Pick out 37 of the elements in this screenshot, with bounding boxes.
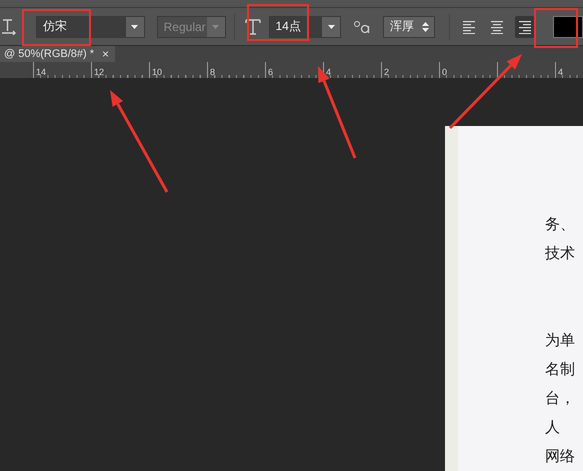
ruler-label: 8 [209,67,216,77]
document-text: 技术 [545,243,576,264]
tab-title: @ 50%(RGB/8#) * [4,48,94,60]
anti-alias-icon [353,20,372,34]
ruler-label: 4 [557,67,564,77]
ruler-label: 6 [267,67,274,77]
ruler-label: 2 [383,67,390,77]
document-text: 务、 [545,214,576,235]
font-size-dropdown[interactable]: 14点 [268,16,342,38]
align-icon [518,20,532,34]
text-color-swatch[interactable] [553,16,583,38]
highlight-frame [22,9,91,46]
ruler-label: 0 [441,67,448,77]
caret-icon [212,24,220,29]
align-icon [490,20,504,34]
highlight-frame [534,8,578,48]
caret-icon [328,24,335,29]
document-text: 为单 [545,330,576,351]
ruler-label: 4 [325,67,332,77]
close-button[interactable]: × [102,48,110,60]
anti-alias-dropdown[interactable]: 浑厚 [383,16,436,38]
document-text: 名制 [545,359,576,380]
align-button[interactable] [514,16,536,38]
document-tab[interactable]: @ 50%(RGB/8#) * × [0,46,116,62]
caret-icon [131,24,138,29]
up-down-icon [422,22,430,32]
font-family-dropdown[interactable]: 仿宋 [36,16,145,38]
document-text: 网络 [545,446,576,467]
ruler-label: 10 [151,67,162,77]
highlight-frame [247,4,309,41]
document-text: 人 [545,417,561,438]
ruler-label: 14 [35,67,46,77]
document-text: 台， [545,388,576,409]
align-icon [462,20,476,34]
ruler-label: 12 [93,67,104,77]
type-tool-icon[interactable] [2,18,16,35]
font-size-icon [244,18,260,36]
